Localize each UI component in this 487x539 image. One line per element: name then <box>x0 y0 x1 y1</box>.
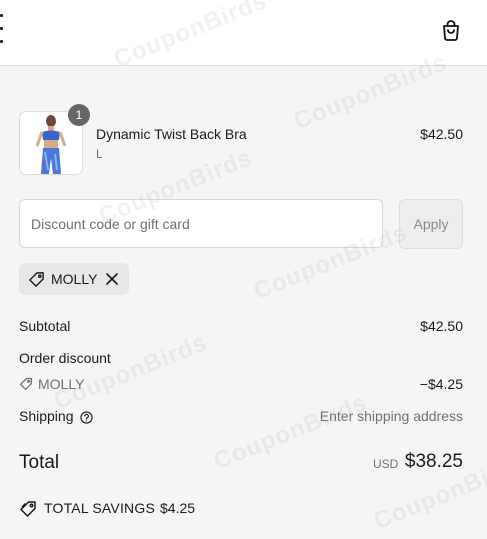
shopping-bag-icon[interactable] <box>439 18 463 42</box>
savings-tag-icon <box>20 501 36 517</box>
question-circle-icon[interactable] <box>80 411 93 424</box>
subtotal-label: Subtotal <box>19 318 71 334</box>
total-label: Total <box>19 452 60 473</box>
tag-icon <box>29 272 44 287</box>
total-currency: USD <box>373 457 399 471</box>
total-savings-value: $4.25 <box>160 500 196 516</box>
product-variant: L <box>96 147 103 161</box>
shipping-label: Shipping <box>19 408 74 424</box>
discount-code-input[interactable] <box>19 199 383 248</box>
close-icon[interactable] <box>105 272 119 286</box>
tag-icon <box>19 377 33 391</box>
total-amount: $38.25 <box>404 451 463 472</box>
discount-code-name: MOLLY <box>38 376 85 392</box>
total-savings-label: TOTAL SAVINGS <box>44 500 155 516</box>
header <box>0 0 487 66</box>
order-summary: 1 Dynamic Twist Back Bra L $42.50 Apply … <box>0 66 487 539</box>
quantity-badge: 1 <box>68 104 90 126</box>
product-price: $42.50 <box>420 126 463 142</box>
shipping-value: Enter shipping address <box>319 408 463 424</box>
menu-icon[interactable] <box>0 14 3 44</box>
discount-amount: −$4.25 <box>419 376 463 392</box>
subtotal-value: $42.50 <box>420 318 463 334</box>
applied-discount-chip: MOLLY <box>19 263 129 295</box>
applied-code-label: MOLLY <box>51 271 98 287</box>
product-name: Dynamic Twist Back Bra <box>96 126 247 142</box>
order-discount-label: Order discount <box>19 350 111 366</box>
apply-button[interactable]: Apply <box>399 199 463 249</box>
